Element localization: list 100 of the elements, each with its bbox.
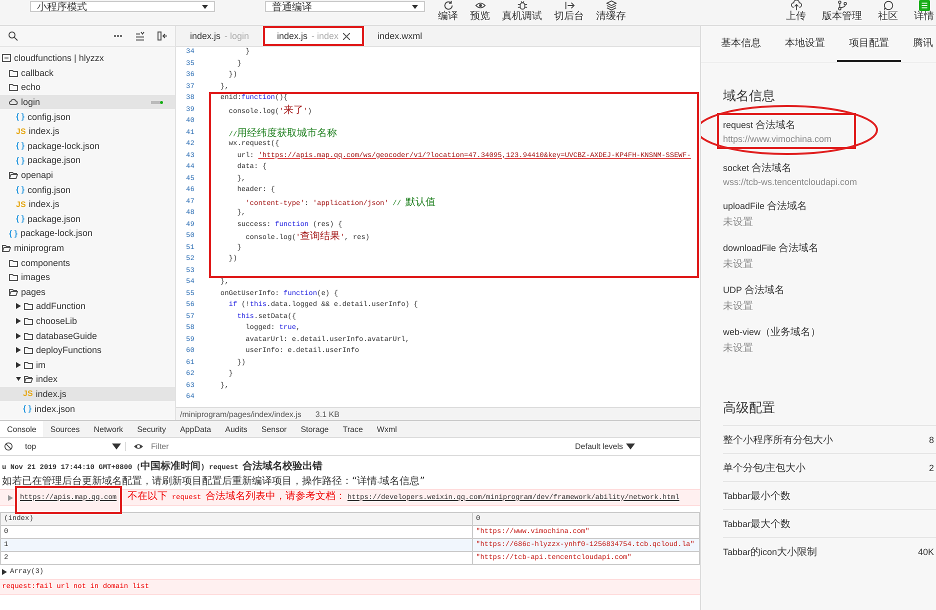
settings-tab[interactable]: 项目配置 <box>837 26 901 62</box>
open-folder-icon <box>9 171 18 180</box>
toolbar-button[interactable]: 编译 <box>438 0 458 23</box>
tree-item[interactable]: callback <box>0 66 175 80</box>
tree-item[interactable]: { } index.json <box>0 401 175 416</box>
compile-dropdown[interactable]: 普通编译 <box>265 1 425 12</box>
settings-tab[interactable]: 本地设置 <box>773 26 837 62</box>
settings-tab[interactable]: 基本信息 <box>709 26 773 62</box>
devtools-tab[interactable]: Network <box>86 421 130 437</box>
tree-item[interactable]: im <box>0 357 175 372</box>
devtools-tab[interactable]: AppData <box>172 421 218 437</box>
exit-icon <box>564 0 574 11</box>
setting-value: 2 <box>928 462 934 472</box>
caret-right-icon[interactable] <box>16 347 21 354</box>
tree-item[interactable]: index <box>0 372 175 387</box>
tree-item[interactable]: databaseGuide <box>0 328 175 343</box>
tree-item[interactable]: openapi <box>0 168 175 182</box>
toolbar-button[interactable]: 上传 <box>786 0 806 23</box>
devtools-tab[interactable]: Trace <box>336 421 370 437</box>
caret-right-icon[interactable] <box>2 569 7 575</box>
caret-right-icon[interactable] <box>16 332 21 339</box>
tree-item[interactable]: pages <box>0 284 175 300</box>
layers-icon <box>606 0 616 11</box>
collapse-all-icon[interactable] <box>2 54 11 62</box>
sort-icon[interactable] <box>135 31 145 41</box>
eye-icon[interactable] <box>134 442 143 451</box>
editor-tab[interactable]: index.js - login <box>176 26 264 46</box>
file-path: /miniprogram/pages/index/index.js <box>180 410 302 418</box>
tree-item[interactable]: chooseLib <box>0 314 175 328</box>
caret-right-icon[interactable] <box>16 318 21 324</box>
levels-dropdown[interactable]: Default levels <box>569 441 642 452</box>
tree-item[interactable]: { } package.json <box>0 153 175 168</box>
devtools-tab[interactable]: Console <box>0 421 44 437</box>
caret-down-icon[interactable] <box>16 376 21 382</box>
caret-right-icon[interactable] <box>16 362 21 368</box>
devtools-tab[interactable]: Sources <box>43 421 87 437</box>
mode-dropdown[interactable]: 小程序模式 <box>30 1 215 12</box>
toolbar-button[interactable]: 详情 <box>914 0 934 23</box>
toolbar-button[interactable]: 真机调试 <box>502 0 542 23</box>
toolbar-button[interactable]: 清缓存 <box>596 0 626 23</box>
file-size: 3.1 KB <box>315 410 340 418</box>
upload-icon <box>790 0 802 11</box>
devtools-tab[interactable]: Sensor <box>254 421 294 437</box>
collapse-panel-icon[interactable] <box>157 31 167 41</box>
toolbar-button[interactable]: 预览 <box>470 0 490 23</box>
setting-value: 未设置 <box>723 258 754 271</box>
section-title: 高级配置 <box>723 400 776 417</box>
toolbar-button[interactable]: 社区 <box>878 0 898 23</box>
setting-value: 未设置 <box>723 342 754 355</box>
caret-icon <box>626 442 636 451</box>
tree-item[interactable]: { } package-lock.json <box>0 226 175 241</box>
toolbar-button[interactable]: 版本管理 <box>822 0 862 23</box>
setting-value: 40K <box>918 546 934 556</box>
tree-item[interactable]: images <box>0 270 175 284</box>
devtools-tab[interactable]: Storage <box>294 421 336 437</box>
tree-item[interactable]: { } package.json <box>0 212 175 226</box>
section-title: 域名信息 <box>723 88 776 105</box>
settings-tab[interactable]: 腾讯 <box>901 26 936 62</box>
devtools-tab[interactable]: Wxml <box>370 421 404 437</box>
tree-item[interactable]: JS index.js <box>0 124 175 139</box>
tree-item[interactable]: { } config.json <box>0 109 175 124</box>
editor-tab[interactable]: index.js - index <box>263 26 364 46</box>
refresh-icon <box>442 0 454 11</box>
tree-item[interactable]: login <box>0 94 175 110</box>
tab-detail: - login <box>224 31 250 41</box>
tree-item[interactable]: components <box>0 255 175 270</box>
setting-label: downloadFile 合法域名 <box>723 242 819 255</box>
caret-right-icon[interactable] <box>16 303 21 310</box>
tree-item[interactable]: miniprogram <box>0 240 175 256</box>
caret-icon <box>202 4 208 8</box>
setting-value: 未设置 <box>723 300 754 313</box>
tree-item[interactable]: JS index.js <box>0 196 175 212</box>
setting-label: request 合法域名 <box>723 118 797 132</box>
open-folder-icon <box>9 288 18 296</box>
caret-icon <box>112 442 121 451</box>
editor-tab[interactable]: index.wxml <box>364 26 436 46</box>
open-folder-icon <box>24 375 33 384</box>
setting-label: Tabbar的icon大小限制 <box>723 546 818 558</box>
open-folder-icon <box>2 244 11 252</box>
setting-value: 8 <box>928 434 934 444</box>
context-dropdown[interactable]: top <box>21 442 126 451</box>
setting-value: wss://tcb-ws.tencentcloudapi.com <box>723 177 858 187</box>
tree-item[interactable]: echo <box>0 80 175 95</box>
setting-label: UDP 合法域名 <box>723 284 784 297</box>
clear-console-icon[interactable] <box>4 442 13 451</box>
search-icon[interactable] <box>8 31 18 41</box>
cloud-icon <box>9 98 18 106</box>
toolbar-button[interactable]: 切后台 <box>554 0 584 23</box>
tree-item[interactable]: JS index.js <box>0 386 175 402</box>
setting-label: 单个分包/主包大小 <box>723 462 806 474</box>
tree-item[interactable]: deployFunctions <box>0 342 175 358</box>
tree-item[interactable]: { } package-lock.json <box>0 138 175 154</box>
tree-item[interactable]: cloudfunctions | hlyzzx <box>0 51 175 66</box>
devtools-tab[interactable]: Security <box>130 421 173 437</box>
devtools-tab[interactable]: Audits <box>218 421 254 437</box>
setting-label: Tabbar最小个数 <box>723 490 791 502</box>
tree-item[interactable]: { } config.json <box>0 182 175 197</box>
setting-label: Tabbar最大个数 <box>723 518 791 530</box>
tree-item[interactable]: addFunction <box>0 299 175 314</box>
close-icon[interactable] <box>342 32 350 40</box>
